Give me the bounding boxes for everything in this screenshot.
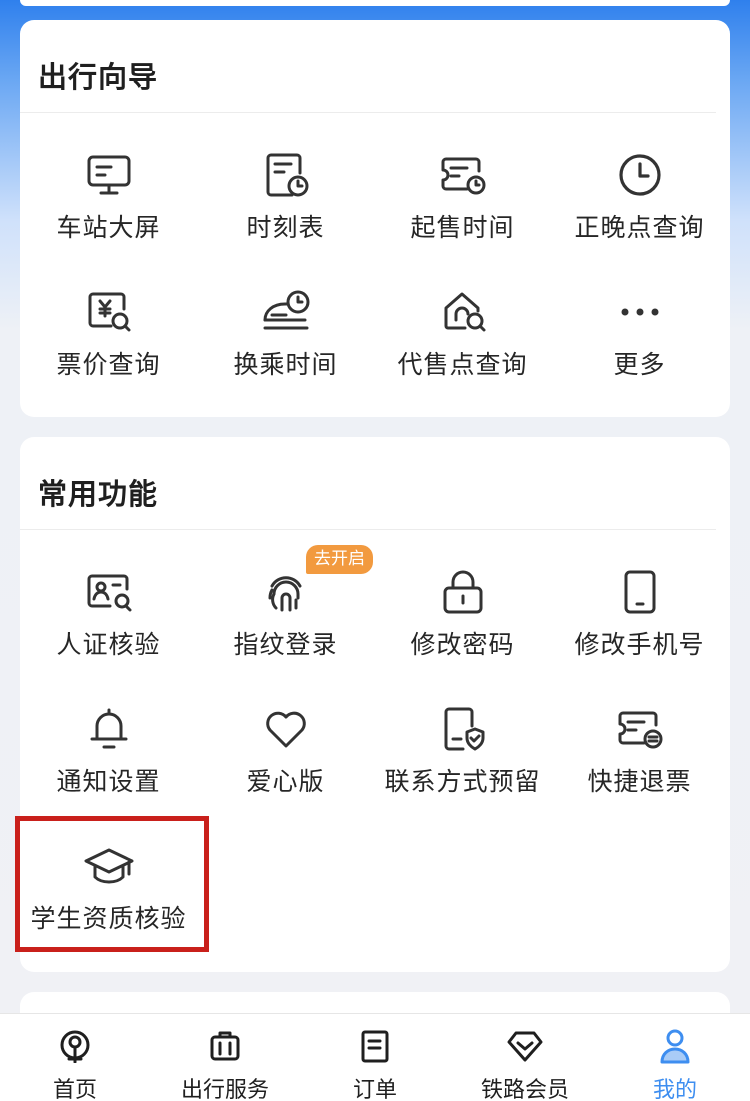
notification-settings-button[interactable]: 通知设置 [20,702,197,822]
tab-travel-service-label: 出行服务 [180,1078,269,1101]
timetable-icon [259,148,313,202]
contact-reserve-button[interactable]: 联系方式预留 [374,702,551,822]
tab-orders[interactable]: 订单 [300,1026,450,1101]
transfer-time-button[interactable]: 换乘时间 [197,285,374,405]
bell-icon [82,702,136,756]
more-dots-icon [613,285,667,339]
fingerprint-icon [259,565,313,619]
fingerprint-login-button[interactable]: 指纹登录 [197,565,374,685]
highlight-box [15,816,209,952]
notification-settings-label: 通知设置 [56,767,161,796]
fingerprint-login-label: 指纹登录 [233,630,338,659]
delay-query-label: 正晚点查询 [574,213,705,242]
order-list-icon [355,1026,395,1066]
fare-query-label: 票价查询 [56,350,161,379]
travel-guide-title: 出行向导 [38,60,159,94]
sale-time-button[interactable]: 起售时间 [374,148,551,268]
travel-guide-card: 出行向导 车站大屏 时刻表 起售时间 正晚点查询 票价查询 换乘时间 代售点查询… [20,20,730,417]
user-icon [655,1026,695,1066]
contact-reserve-label: 联系方式预留 [384,767,541,796]
phone-icon [613,565,667,619]
tab-mine-label: 我的 [652,1078,697,1101]
id-verify-label: 人证核验 [56,630,161,659]
tab-home-label: 首页 [52,1078,97,1101]
agency-search-icon [436,285,490,339]
sale-time-icon [436,148,490,202]
station-screen-button[interactable]: 车站大屏 [20,148,197,268]
timetable-button[interactable]: 时刻表 [197,148,374,268]
agency-query-button[interactable]: 代售点查询 [374,285,551,405]
tab-railway-member[interactable]: 铁路会员 [450,1026,600,1101]
tab-railway-member-label: 铁路会员 [480,1078,569,1101]
change-phone-label: 修改手机号 [574,630,705,659]
divider [20,529,716,530]
station-screen-icon [82,148,136,202]
agency-query-label: 代售点查询 [397,350,528,379]
luggage-icon [205,1026,245,1066]
transfer-time-icon [259,285,313,339]
fare-search-icon [82,285,136,339]
quick-refund-label: 快捷退票 [587,767,692,796]
change-phone-button[interactable]: 修改手机号 [551,565,728,685]
diamond-icon [505,1026,545,1066]
tab-home[interactable]: 首页 [0,1026,150,1101]
delay-query-button[interactable]: 正晚点查询 [551,148,728,268]
change-password-button[interactable]: 修改密码 [374,565,551,685]
id-verify-icon [82,565,136,619]
heart-icon [259,702,313,756]
quick-refund-button[interactable]: 快捷退票 [551,702,728,822]
more-label: 更多 [613,350,666,379]
lock-icon [436,565,490,619]
more-button[interactable]: 更多 [551,285,728,405]
id-verify-button[interactable]: 人证核验 [20,565,197,685]
fare-query-button[interactable]: 票价查询 [20,285,197,405]
tab-mine[interactable]: 我的 [600,1026,750,1101]
clock-icon [613,148,667,202]
transfer-time-label: 换乘时间 [233,350,338,379]
care-mode-button[interactable]: 爱心版 [197,702,374,822]
timetable-label: 时刻表 [246,213,325,242]
tab-travel-service[interactable]: 出行服务 [150,1026,300,1101]
care-mode-label: 爱心版 [246,767,325,796]
common-functions-title: 常用功能 [38,477,159,511]
railway-logo-icon [55,1026,95,1066]
refund-ticket-icon [613,702,667,756]
station-screen-label: 车站大屏 [56,213,161,242]
contact-shield-icon [436,702,490,756]
bottom-tab-bar: 首页 出行服务 订单 铁路会员 我的 [0,1013,750,1101]
tab-orders-label: 订单 [352,1078,397,1101]
previous-card-edge [20,0,730,6]
divider [20,112,716,113]
change-password-label: 修改密码 [410,630,515,659]
sale-time-label: 起售时间 [410,213,515,242]
